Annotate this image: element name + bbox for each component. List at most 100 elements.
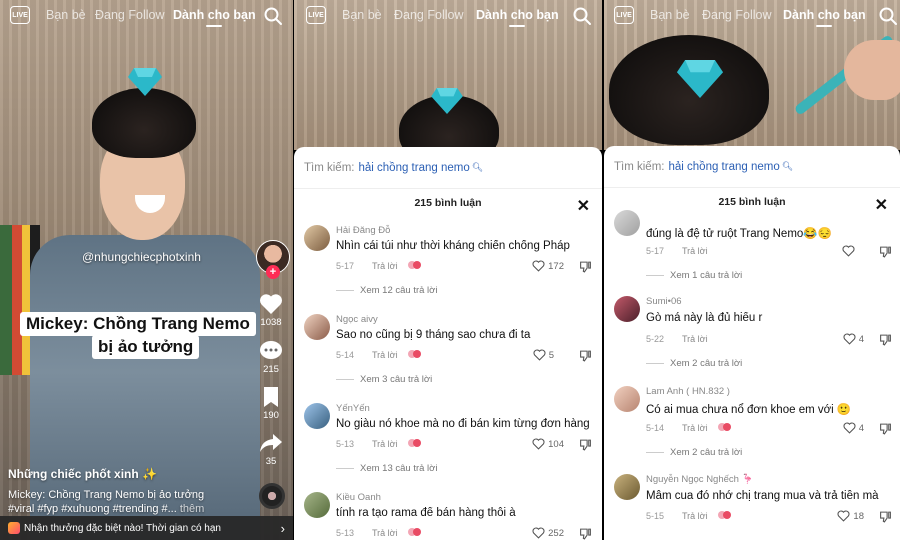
reply-button[interactable]: Trả lời	[372, 528, 398, 538]
comment-like-button[interactable]: 4	[843, 333, 864, 345]
share-button[interactable]: 35	[251, 432, 291, 467]
tab-following[interactable]: Đang Follow	[95, 8, 164, 22]
search-label: Tìm kiếm:	[304, 161, 355, 174]
avatar[interactable]	[614, 296, 640, 322]
tab-for-you[interactable]: Dành cho bạn	[783, 8, 866, 27]
avatar[interactable]	[304, 314, 330, 340]
comment-text: đúng là đệ tử ruột Trang Nemo😂😔	[646, 228, 832, 240]
dislike-icon[interactable]	[579, 439, 592, 451]
search-icon: 🔍︎	[471, 162, 484, 172]
tab-following[interactable]: Đang Follow	[394, 8, 463, 22]
comment-like-count: 5	[548, 349, 554, 361]
reply-button[interactable]: Trả lời	[682, 334, 708, 344]
reply-button[interactable]: Trả lời	[372, 350, 398, 360]
reply-button[interactable]: Trả lời	[682, 423, 708, 433]
heart-outline-icon	[532, 527, 545, 539]
reply-button[interactable]: Trả lời	[372, 439, 398, 449]
comment-like-button[interactable]: 104	[532, 438, 564, 450]
search-icon[interactable]	[878, 6, 898, 26]
reply-button[interactable]: Trả lời	[372, 261, 398, 271]
heart-outline-icon	[532, 260, 545, 272]
tab-friends[interactable]: Bạn bè	[46, 8, 86, 22]
comment-like-button[interactable]: 252	[532, 527, 564, 539]
follow-plus-button[interactable]: +	[266, 265, 280, 279]
dislike-icon[interactable]	[879, 334, 892, 346]
search-term[interactable]: hải chồng trang nemo	[358, 162, 469, 174]
comment-button[interactable]: 215	[251, 340, 291, 375]
comment-like-button[interactable]: 18	[837, 510, 864, 522]
live-button[interactable]: LIVE	[10, 6, 30, 24]
avatar[interactable]	[304, 403, 330, 429]
dislike-icon[interactable]	[579, 261, 592, 273]
reply-button[interactable]: Trả lời	[682, 246, 708, 256]
bookmark-icon	[264, 387, 278, 407]
comment-like-button[interactable]	[842, 245, 858, 257]
reaction-icons	[407, 528, 422, 538]
reply-button[interactable]: Trả lời	[682, 511, 708, 521]
chevron-right-icon: ›	[280, 520, 285, 536]
dislike-icon[interactable]	[879, 423, 892, 435]
music-disc[interactable]	[259, 483, 285, 509]
description-line1: Mickey: Chồng Trang Nemo bị ảo tưởng	[8, 489, 205, 501]
dislike-icon[interactable]	[579, 528, 592, 540]
view-replies-button[interactable]: Xem 1 câu trả lời	[646, 270, 742, 281]
comment-like-button[interactable]: 172	[532, 260, 564, 272]
search-icon[interactable]	[263, 6, 283, 26]
comments-panel-1: LIVE Bạn bè Đang Follow Dành cho bạn Tìm…	[294, 0, 602, 540]
live-button[interactable]: LIVE	[614, 6, 634, 24]
heart-outline-icon	[532, 438, 545, 450]
close-icon[interactable]: ✕	[577, 196, 590, 216]
comment-like-count: 18	[853, 510, 864, 522]
comment-count: 215	[263, 364, 279, 375]
comment-author[interactable]: Hải Đăng Đỗ	[336, 225, 390, 236]
save-button[interactable]: 190	[251, 386, 291, 421]
heart-outline-icon	[843, 333, 856, 345]
view-replies-button[interactable]: Xem 2 câu trả lời	[646, 358, 742, 369]
comment-meta: 5-13 Trả lời	[336, 528, 422, 538]
comment-author[interactable]: Nguyễn Ngọc Nghếch 🦩	[646, 474, 753, 485]
view-replies-button[interactable]: Xem 12 câu trả lời	[336, 285, 438, 296]
video-author[interactable]: Những chiếc phốt xinh ✨	[8, 467, 157, 481]
comment-author[interactable]: Ngọc aivy	[336, 314, 378, 325]
video-panel[interactable]: LIVE Bạn bè Đang Follow Dành cho bạn + 1…	[0, 0, 293, 540]
comment-search-bar[interactable]: Tìm kiếm: hải chồng trang nemo 🔍︎	[294, 147, 602, 189]
view-replies-button[interactable]: Xem 13 câu trả lời	[336, 463, 438, 474]
comment-like-button[interactable]: 5	[533, 349, 554, 361]
view-replies-button[interactable]: Xem 2 câu trả lời	[646, 447, 742, 458]
comment-like-button[interactable]: 4	[843, 422, 864, 434]
comment-meta: 5-14 Trả lời	[646, 423, 732, 433]
avatar[interactable]	[304, 225, 330, 251]
reaction-icons	[717, 423, 732, 433]
hashtags[interactable]: #viral #fyp #xuhuong #trending #...	[8, 503, 177, 515]
dislike-icon[interactable]	[879, 246, 892, 258]
dislike-icon[interactable]	[579, 350, 592, 362]
live-button[interactable]: LIVE	[306, 6, 326, 24]
promo-banner[interactable]: Nhận thưởng đặc biệt nào! Thời gian có h…	[0, 516, 293, 540]
avatar[interactable]	[304, 492, 330, 518]
comment-author[interactable]: Sumi•06	[646, 296, 682, 307]
close-icon[interactable]: ✕	[875, 195, 888, 215]
search-icon[interactable]	[572, 6, 592, 26]
tab-friends[interactable]: Bạn bè	[342, 8, 382, 22]
tab-friends[interactable]: Bạn bè	[650, 8, 690, 22]
avatar[interactable]	[614, 474, 640, 500]
comment-author[interactable]: Kiều Oanh	[336, 492, 381, 503]
comment-search-bar[interactable]: Tìm kiếm: hải chồng trang nemo 🔍︎	[604, 146, 900, 188]
tab-following[interactable]: Đang Follow	[702, 8, 771, 22]
heart-icon	[260, 294, 282, 314]
search-icon: 🔍︎	[781, 161, 794, 171]
comment-author[interactable]: YếnYến	[336, 403, 370, 414]
tab-for-you[interactable]: Dành cho bạn	[476, 8, 559, 27]
view-replies-button[interactable]: Xem 3 câu trả lời	[336, 374, 432, 385]
tab-for-you[interactable]: Dành cho bạn	[173, 8, 256, 27]
dislike-icon[interactable]	[879, 511, 892, 523]
comment-meta: 5-15 Trả lời	[646, 511, 732, 521]
comment-meta: 5-17 Trả lời	[336, 261, 422, 271]
avatar[interactable]	[614, 210, 640, 236]
search-term[interactable]: hải chồng trang nemo	[668, 161, 779, 173]
comment-author[interactable]: Lam Anh ( HN.832 )	[646, 386, 730, 397]
like-button[interactable]: 1038	[251, 293, 291, 328]
avatar[interactable]	[614, 386, 640, 412]
see-more-link[interactable]: thêm	[180, 503, 204, 515]
comment-like-count: 4	[858, 422, 864, 434]
